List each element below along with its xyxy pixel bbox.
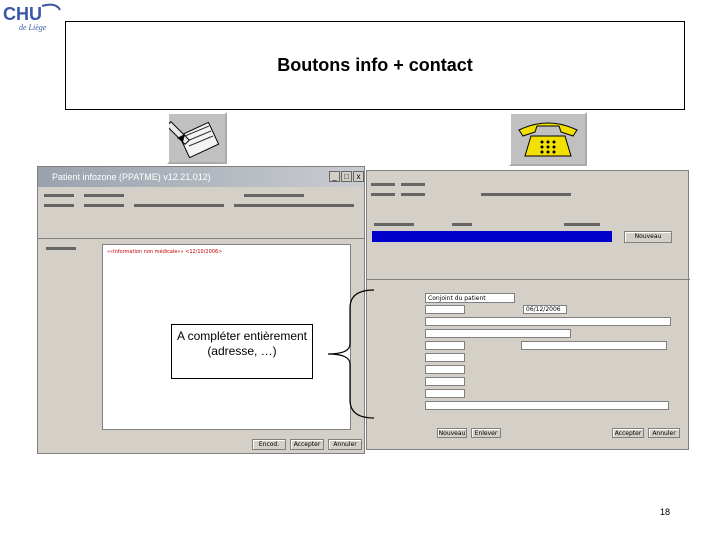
window-title: Patient infozone (PPATME) v12.21.012): [52, 172, 211, 182]
chu-liege-logo: CHU de Liège: [2, 2, 62, 32]
contact-button[interactable]: [509, 112, 587, 166]
patient-header: [44, 192, 360, 220]
minimize-button[interactable]: _: [329, 171, 340, 182]
info-label: [46, 247, 76, 250]
slide-title-box: Boutons info + contact: [65, 21, 685, 110]
encode-button[interactable]: Encod.: [252, 439, 286, 450]
cancel-button[interactable]: Annuler: [328, 439, 362, 450]
telephone-icon: [518, 122, 578, 157]
contacts-table-header: [372, 219, 612, 231]
close-button[interactable]: x: [353, 171, 364, 182]
window-titlebar: Patient infozone (PPATME) v12.21.012): [38, 167, 364, 187]
table-row-selected[interactable]: [372, 231, 612, 242]
info-line: ««Information non médicale»» <12/10/2006…: [107, 249, 223, 255]
cancel-button-right[interactable]: Annuler: [648, 428, 680, 438]
priority-field[interactable]: [425, 305, 465, 314]
svg-text:de Liège: de Liège: [19, 23, 47, 32]
svg-text:CHU: CHU: [3, 4, 42, 24]
brace-connector: [327, 289, 375, 419]
accept-button[interactable]: Accepter: [290, 439, 324, 450]
country-field[interactable]: [425, 353, 465, 362]
new-button[interactable]: Nouveau: [437, 428, 467, 438]
callout-box: A compléter entièrement (adresse, …): [171, 324, 313, 379]
new-contact-button[interactable]: Nouveau: [624, 231, 672, 243]
postal-code-field[interactable]: [425, 341, 465, 350]
notepad-pen-icon: [165, 120, 220, 159]
phone-field[interactable]: [425, 377, 465, 386]
contact-type-field[interactable]: Conjoint du patient: [425, 293, 515, 303]
patient-infozone-window: Patient infozone (PPATME) v12.21.012) _ …: [37, 166, 365, 454]
contact-form: Conjoint du patient 06/12/2006: [371, 289, 687, 419]
contacts-window: Nouveau Conjoint du patient 06/12/2006 N…: [366, 170, 690, 450]
name-field[interactable]: [425, 317, 671, 326]
patient-header-right: [371, 181, 571, 201]
page-number: 18: [660, 507, 671, 517]
street-field[interactable]: [425, 329, 571, 338]
maximize-button[interactable]: □: [341, 171, 352, 182]
callout-text: A compléter entièrement (adresse, …): [176, 329, 308, 358]
language-field[interactable]: [425, 365, 465, 374]
accept-button-right[interactable]: Accepter: [612, 428, 644, 438]
fax-field[interactable]: [425, 389, 465, 398]
slide-title: Boutons info + contact: [277, 55, 473, 75]
city-field[interactable]: [521, 341, 667, 350]
info-button[interactable]: [165, 112, 227, 164]
description-field[interactable]: [425, 401, 669, 410]
remove-button[interactable]: Enlever: [471, 428, 501, 438]
date-field[interactable]: 06/12/2006: [523, 305, 567, 314]
